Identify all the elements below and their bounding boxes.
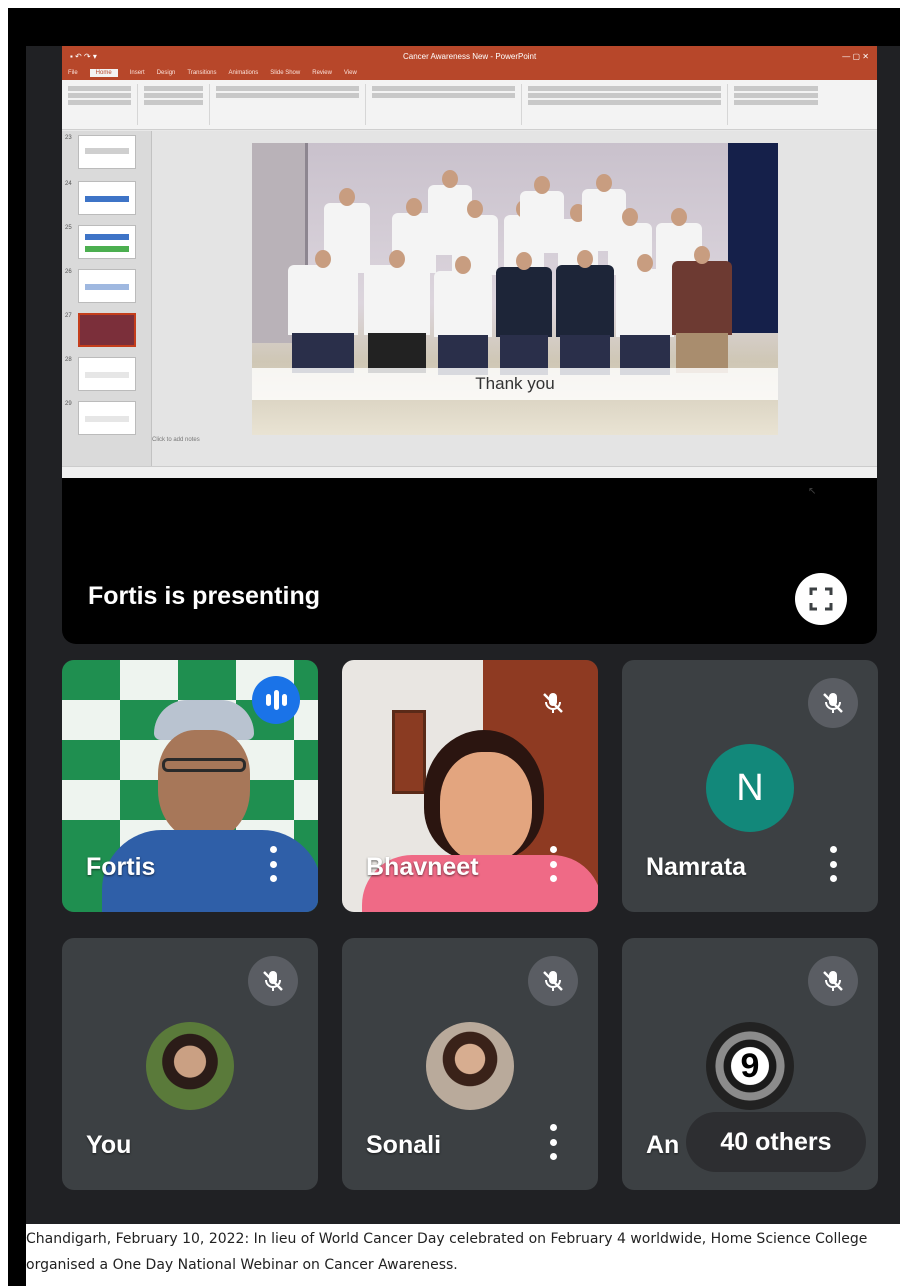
more-options-button[interactable] — [828, 846, 838, 882]
photo-person — [672, 246, 732, 373]
participant-name: Fortis — [86, 853, 156, 881]
mic-off-icon — [823, 971, 843, 991]
current-slide[interactable]: Thank you — [252, 143, 778, 435]
left-border — [8, 8, 26, 1286]
participant-name: An — [646, 1131, 680, 1159]
ppt-quick-access: ▪ ↶ ↷ ▾ — [70, 51, 97, 61]
photo-person — [496, 252, 552, 375]
mic-off-button[interactable] — [248, 956, 298, 1006]
ppt-title-bar: ▪ ↶ ↷ ▾ Cancer Awareness New - PowerPoin… — [62, 46, 877, 66]
photo-person — [434, 256, 492, 375]
speaking-indicator-icon — [252, 676, 300, 724]
mic-off-icon — [263, 971, 283, 991]
ppt-window-title: Cancer Awareness New - PowerPoint — [402, 51, 537, 61]
fullscreen-icon — [809, 587, 833, 611]
ppt-ribbon — [62, 80, 877, 130]
ribbon-group-clipboard — [68, 84, 138, 125]
slide-thumbnail[interactable] — [78, 269, 136, 303]
mic-off-button[interactable] — [528, 956, 578, 1006]
thumb-number: 27 — [65, 313, 72, 319]
thumb-number: 26 — [65, 269, 72, 275]
bhavneet-video — [440, 752, 532, 862]
more-options-button[interactable] — [548, 846, 558, 882]
avatar: N — [706, 744, 794, 832]
slide-thumbnail-selected[interactable] — [78, 313, 136, 347]
participant-tile-others[interactable]: 9 An 40 others — [622, 938, 878, 1190]
slide-photo-board — [728, 143, 778, 333]
thumb-number: 29 — [65, 401, 72, 407]
photo-person — [616, 254, 674, 375]
ribbon-group-paragraph — [372, 84, 522, 125]
wall-picture-frame — [392, 710, 426, 794]
slide-thumbnails: 23 24 25 26 27 28 29 — [62, 131, 152, 466]
mic-off-button[interactable] — [528, 678, 578, 728]
slide-caption: Thank you — [252, 368, 778, 400]
ppt-tab-animations[interactable]: Animations — [229, 70, 259, 76]
participant-name: Sonali — [366, 1131, 442, 1159]
photo-person — [324, 188, 370, 273]
avatar — [426, 1022, 514, 1110]
slide-thumbnail[interactable] — [78, 225, 136, 259]
ppt-tab-file[interactable]: File — [68, 70, 78, 76]
thumb-number: 25 — [65, 225, 72, 231]
notes-placeholder[interactable]: Click to add notes — [152, 437, 200, 443]
participant-tile-fortis[interactable]: Fortis — [62, 660, 318, 912]
participant-name: Namrata — [646, 853, 747, 881]
ppt-tab-home[interactable]: Home — [89, 69, 118, 77]
participant-tile-bhavneet[interactable]: Bhavneet — [342, 660, 598, 912]
ppt-tab-insert[interactable]: Insert — [130, 70, 145, 76]
others-count-button[interactable]: 40 others — [686, 1112, 866, 1172]
more-options-button[interactable] — [268, 846, 278, 882]
ppt-ribbon-tabs: File Home Insert Design Transitions Anim… — [62, 66, 877, 80]
participant-name: You — [86, 1131, 132, 1159]
fullscreen-button[interactable] — [795, 573, 847, 625]
photo-person — [556, 250, 614, 375]
ribbon-group-drawing — [528, 84, 728, 125]
ppt-status-bar — [62, 466, 877, 478]
slide-thumbnail[interactable] — [78, 401, 136, 435]
mic-off-button[interactable] — [808, 956, 858, 1006]
top-bar — [26, 8, 900, 46]
ribbon-group-editing — [734, 84, 824, 125]
ppt-tab-view[interactable]: View — [344, 70, 357, 76]
photo-person — [288, 250, 358, 373]
mic-off-button[interactable] — [808, 678, 858, 728]
ppt-window-controls: — ▢ ✕ — [842, 51, 869, 61]
avatar: 9 — [706, 1022, 794, 1110]
mic-off-icon — [543, 693, 563, 713]
powerpoint-window: ▪ ↶ ↷ ▾ Cancer Awareness New - PowerPoin… — [62, 46, 877, 497]
mic-off-icon — [823, 693, 843, 713]
article-image: ▪ ↶ ↷ ▾ Cancer Awareness New - PowerPoin… — [0, 0, 907, 1286]
avatar — [146, 1022, 234, 1110]
slide-thumbnail[interactable] — [78, 357, 136, 391]
participant-tile-namrata[interactable]: N Namrata — [622, 660, 878, 912]
participant-tile-you[interactable]: You — [62, 938, 318, 1190]
avatar-text: 9 — [740, 1046, 760, 1085]
mouse-cursor-icon: ↖ — [808, 486, 817, 497]
slide-thumbnail[interactable] — [78, 135, 136, 169]
presentation-tile[interactable]: ▪ ↶ ↷ ▾ Cancer Awareness New - PowerPoin… — [62, 46, 877, 644]
more-options-button[interactable] — [548, 1124, 558, 1160]
participant-tile-sonali[interactable]: Sonali — [342, 938, 598, 1190]
slide-thumbnail[interactable] — [78, 181, 136, 215]
ribbon-group-slides — [144, 84, 210, 125]
ppt-tab-slideshow[interactable]: Slide Show — [270, 70, 300, 76]
participant-name: Bhavneet — [366, 853, 479, 881]
ppt-tab-design[interactable]: Design — [157, 70, 176, 76]
mic-off-icon — [543, 971, 563, 991]
thumb-number: 24 — [65, 181, 72, 187]
ppt-tab-transitions[interactable]: Transitions — [187, 70, 216, 76]
ppt-workspace: 23 24 25 26 27 28 29 Thank you Click to … — [62, 131, 877, 497]
presenting-label: Fortis is presenting — [88, 582, 320, 610]
ppt-tab-review[interactable]: Review — [312, 70, 332, 76]
article-caption: Chandigarh, February 10, 2022: In lieu o… — [26, 1231, 868, 1273]
photo-person — [364, 250, 430, 373]
ribbon-group-font — [216, 84, 366, 125]
thumb-number: 23 — [65, 135, 72, 141]
thumb-number: 28 — [65, 357, 72, 363]
